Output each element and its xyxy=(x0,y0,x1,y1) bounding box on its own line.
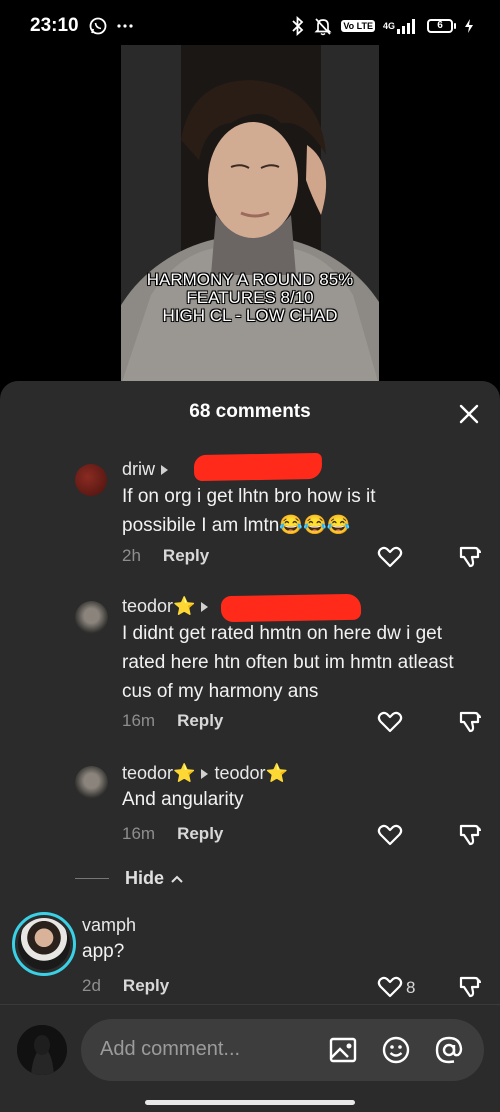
video-preview[interactable]: HARMONY A ROUND 85% FEATURES 8/10 HIGH C… xyxy=(121,45,379,385)
comment-age: 2d xyxy=(82,976,101,995)
emoji-icon[interactable] xyxy=(381,1035,411,1065)
video-overlay-caption: HARMONY A ROUND 85% FEATURES 8/10 HIGH C… xyxy=(121,271,379,325)
battery-level: 6 xyxy=(427,19,453,33)
avatar-story-ring[interactable] xyxy=(12,912,76,976)
silent-bell-icon xyxy=(313,16,333,36)
comment-author-row: vamph xyxy=(82,915,136,936)
like-count: 8 xyxy=(406,978,416,997)
my-avatar-image xyxy=(17,1025,67,1075)
video-frame-illustration xyxy=(121,45,379,385)
charging-icon xyxy=(464,18,474,34)
comment-item: vamph app? 2d Reply 8 xyxy=(0,381,500,1001)
volte-icon: Vo LTE xyxy=(341,20,375,32)
image-icon[interactable] xyxy=(328,1035,358,1065)
overlay-line: FEATURES 8/10 xyxy=(186,288,314,307)
bluetooth-icon xyxy=(291,16,305,36)
home-indicator[interactable] xyxy=(145,1100,355,1105)
more-dots-icon xyxy=(117,23,133,29)
overlay-line: HIGH CL - LOW CHAD xyxy=(162,306,338,325)
comment-meta: 2d Reply xyxy=(82,976,169,996)
heart-icon[interactable] xyxy=(377,975,403,999)
comment-composer: Add comment... xyxy=(0,1004,500,1112)
comments-sheet: 68 comments driw If on org i get lhtn br… xyxy=(0,381,500,1112)
comment-text: app? xyxy=(82,941,125,962)
comment-input-placeholder: Add comment... xyxy=(100,1038,241,1060)
mention-icon[interactable] xyxy=(434,1035,464,1065)
avatar xyxy=(18,918,70,970)
thumbs-down-icon[interactable] xyxy=(457,975,483,999)
overlay-line: HARMONY A ROUND 85% xyxy=(146,270,354,289)
battery-icon: 6 xyxy=(427,19,456,33)
network-type: 4G xyxy=(382,20,395,31)
whatsapp-icon xyxy=(89,17,107,35)
comment-username[interactable]: vamph xyxy=(82,915,136,936)
my-avatar[interactable] xyxy=(17,1025,67,1075)
signal-icon: 4G xyxy=(383,18,419,34)
reply-button[interactable]: Reply xyxy=(123,976,169,996)
comment-input[interactable]: Add comment... xyxy=(81,1019,484,1081)
clock: 23:10 xyxy=(30,15,79,36)
